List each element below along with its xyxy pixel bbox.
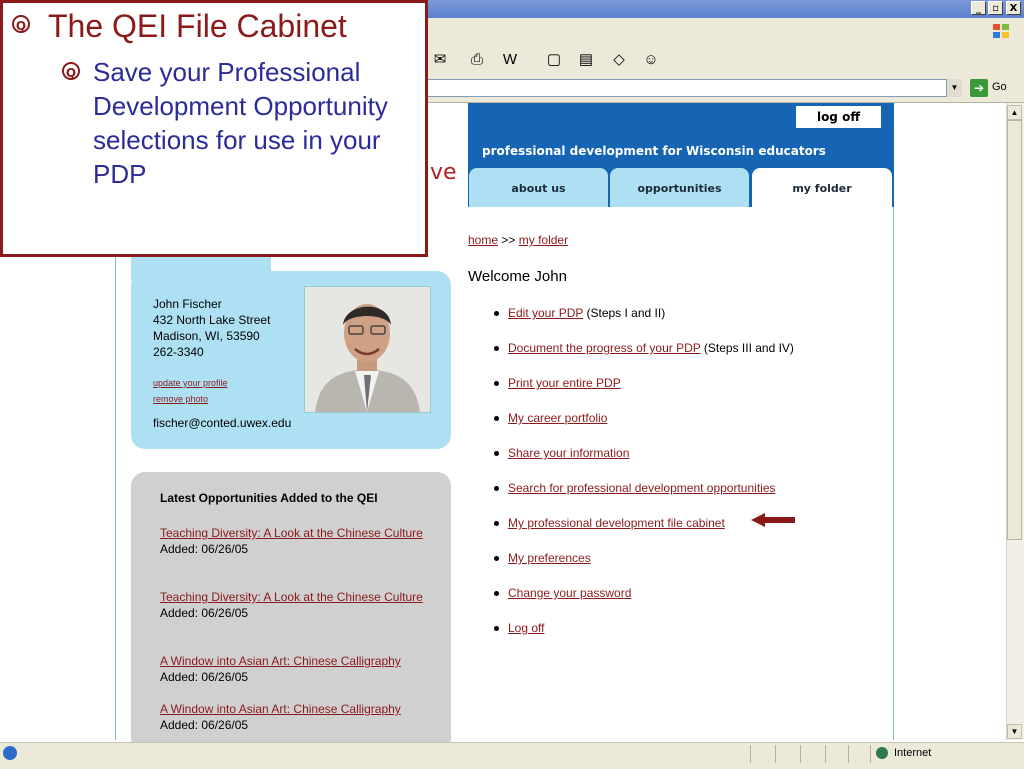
breadcrumb: home >> my folder <box>468 233 568 247</box>
status-divider <box>870 745 871 763</box>
address-dropdown-icon[interactable]: ▼ <box>946 79 962 97</box>
menu-item-note: (Steps I and II) <box>586 306 666 320</box>
site-logo-text: ve <box>430 160 457 185</box>
tab-my-folder[interactable]: my folder <box>752 168 892 207</box>
list-item: A Window into Asian Art: Chinese Calligr… <box>160 701 430 733</box>
windows-logo-icon <box>993 24 1009 38</box>
opportunity-date: Added: 06/26/05 <box>160 670 249 684</box>
opportunity-date: Added: 06/26/05 <box>160 718 249 732</box>
discuss-icon[interactable]: ▢ <box>544 50 564 70</box>
arrow-left-icon <box>751 513 795 527</box>
scroll-down-icon[interactable]: ▼ <box>1007 724 1022 739</box>
media-icon[interactable]: ◇ <box>609 50 629 70</box>
print-pdp-link[interactable]: Print your entire PDP <box>508 376 621 390</box>
page-icon <box>3 746 17 760</box>
breadcrumb-separator: >> <box>501 233 516 247</box>
logoff-link[interactable]: Log off <box>508 621 544 635</box>
list-item: Edit your PDP (Steps I and II) <box>490 306 794 341</box>
person-photo-icon <box>305 287 430 412</box>
change-password-link[interactable]: Change your password <box>508 586 631 600</box>
profile-email: fischer@conted.uwex.edu <box>153 416 292 430</box>
list-item: Search for professional development oppo… <box>490 481 794 516</box>
file-cabinet-link[interactable]: My professional development file cabinet <box>508 516 725 530</box>
share-information-link[interactable]: Share your information <box>508 446 629 460</box>
opportunity-date: Added: 06/26/05 <box>160 606 249 620</box>
list-item: Change your password <box>490 586 794 621</box>
menu-item-note: (Steps III and IV) <box>703 341 794 355</box>
status-divider <box>825 745 826 763</box>
scroll-up-icon[interactable]: ▲ <box>1007 105 1022 120</box>
folder-menu-list: Edit your PDP (Steps I and II) Document … <box>490 306 794 656</box>
callout-title: The QEI File Cabinet <box>48 8 347 44</box>
logoff-button[interactable]: log off <box>796 106 881 128</box>
mail-icon[interactable]: ✉ <box>430 50 450 70</box>
tab-opportunities[interactable]: opportunities <box>610 168 749 207</box>
q-bullet-icon: Q <box>12 15 30 33</box>
profile-photo <box>304 286 431 413</box>
scrollbar-thumb[interactable] <box>1007 120 1022 540</box>
profile-street: 432 North Lake Street <box>153 313 271 327</box>
security-zone: Internet <box>894 747 932 759</box>
opportunity-link[interactable]: Teaching Diversity: A Look at the Chines… <box>160 589 430 605</box>
restore-button[interactable]: ▫ <box>988 1 1003 15</box>
update-profile-link[interactable]: update your profile <box>153 378 228 388</box>
opportunity-link[interactable]: A Window into Asian Art: Chinese Calligr… <box>160 701 430 717</box>
list-item: A Window into Asian Art: Chinese Calligr… <box>160 653 430 685</box>
go-arrow-icon[interactable]: ➔ <box>970 79 988 97</box>
breadcrumb-home-link[interactable]: home <box>468 233 498 247</box>
status-divider <box>775 745 776 763</box>
minimize-button[interactable]: _ <box>971 1 986 15</box>
welcome-heading: Welcome John <box>468 268 567 285</box>
profile-phone: 262-3340 <box>153 345 204 359</box>
list-item: Print your entire PDP <box>490 376 794 411</box>
list-item: Teaching Diversity: A Look at the Chines… <box>160 525 430 557</box>
go-button[interactable]: Go <box>992 81 1007 93</box>
q-bullet-icon: Q <box>62 62 80 80</box>
opportunity-date: Added: 06/26/05 <box>160 542 249 556</box>
edit-icon[interactable]: W <box>500 50 520 70</box>
profile-city: Madison, WI, 53590 <box>153 329 260 343</box>
list-item: My career portfolio <box>490 411 794 446</box>
status-divider <box>848 745 849 763</box>
latest-opportunities-title: Latest Opportunities Added to the QEI <box>160 491 378 505</box>
career-portfolio-link[interactable]: My career portfolio <box>508 411 607 425</box>
preferences-link[interactable]: My preferences <box>508 551 591 565</box>
research-icon[interactable]: ▤ <box>576 50 596 70</box>
list-item: Log off <box>490 621 794 656</box>
site-tagline: professional development for Wisconsin e… <box>482 144 826 158</box>
list-item: My professional development file cabinet <box>490 516 794 551</box>
tab-about-us[interactable]: about us <box>469 168 608 207</box>
list-item: My preferences <box>490 551 794 586</box>
messenger-icon[interactable]: ☺ <box>641 50 661 70</box>
search-opportunities-link[interactable]: Search for professional development oppo… <box>508 481 776 495</box>
list-item: Share your information <box>490 446 794 481</box>
profile-address: John Fischer 432 North Lake Street Madis… <box>153 296 270 360</box>
profile-name: John Fischer <box>153 297 222 311</box>
globe-icon <box>876 747 888 759</box>
list-item: Teaching Diversity: A Look at the Chines… <box>160 589 430 621</box>
breadcrumb-current-link[interactable]: my folder <box>519 233 568 247</box>
close-button[interactable]: X <box>1006 1 1021 15</box>
status-divider <box>800 745 801 763</box>
document-progress-link[interactable]: Document the progress of your PDP <box>508 341 701 355</box>
opportunity-link[interactable]: Teaching Diversity: A Look at the Chines… <box>160 525 430 541</box>
opportunity-link[interactable]: A Window into Asian Art: Chinese Calligr… <box>160 653 430 669</box>
profile-links: update your profile remove photo <box>153 375 228 407</box>
remove-photo-link[interactable]: remove photo <box>153 394 208 404</box>
status-divider <box>750 745 751 763</box>
edit-pdp-link[interactable]: Edit your PDP <box>508 306 583 320</box>
list-item: Document the progress of your PDP (Steps… <box>490 341 794 376</box>
print-icon[interactable]: ⎙ <box>467 50 487 70</box>
callout-body: Save your Professional Development Oppor… <box>93 57 388 189</box>
